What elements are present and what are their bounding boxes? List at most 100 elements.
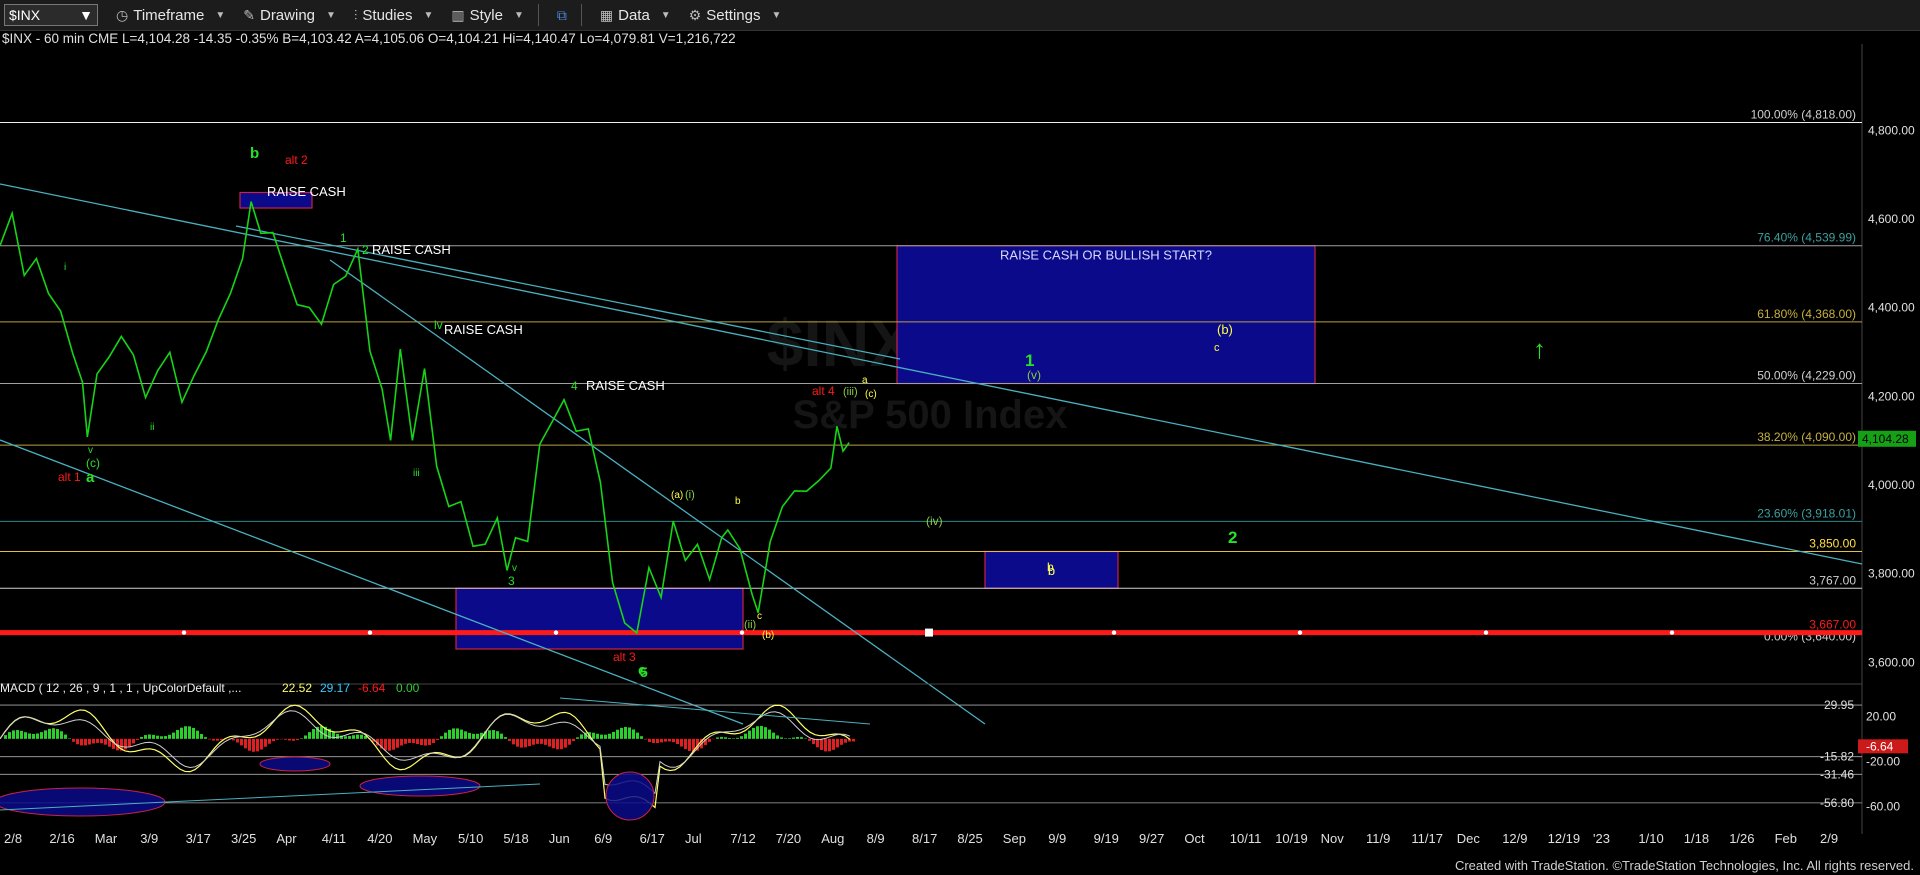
drawing-label: Drawing xyxy=(259,6,316,24)
settings-menu[interactable]: ⚙ Settings ▼ xyxy=(689,7,782,24)
wave-label: (c) xyxy=(86,456,100,470)
macd-histogram-bar xyxy=(268,738,271,744)
macd-histogram-bar xyxy=(196,730,199,739)
macd-histogram-bar xyxy=(288,738,291,741)
macd-histogram-bar xyxy=(304,735,307,739)
wave-label: v xyxy=(88,445,93,456)
x-tick-label: 1/10 xyxy=(1638,831,1663,846)
macd-histogram-bar xyxy=(164,736,167,739)
macd-histogram-bar xyxy=(336,733,339,739)
fib-label: 61.80% (4,368.00) xyxy=(1757,307,1856,321)
macd-histogram-bar xyxy=(52,728,55,739)
macd-histogram-bar xyxy=(680,738,683,747)
chevron-down-icon: ▼ xyxy=(79,7,93,23)
macd-histogram-bar xyxy=(156,735,159,739)
wave-label: alt 1 xyxy=(58,470,81,484)
x-tick-label: 7/20 xyxy=(776,831,801,846)
wave-label: 2 xyxy=(362,243,369,257)
last-price-label: 4,104.28 xyxy=(1862,432,1909,446)
symbol-selector[interactable]: $INX ▼ xyxy=(4,4,98,26)
macd-histogram-bar xyxy=(604,734,607,739)
macd-histogram-bar xyxy=(752,727,755,739)
layout-icon: ⧉ xyxy=(556,6,567,23)
macd-histogram-bar xyxy=(580,734,583,739)
macd-histogram-bar xyxy=(564,738,567,748)
macd-histogram-bar xyxy=(292,738,295,741)
macd-histogram-bar xyxy=(128,738,131,747)
wave-label-a-large: a xyxy=(86,469,95,486)
macd-histogram-bar xyxy=(504,737,507,739)
macd-value: 29.17 xyxy=(320,681,350,695)
support-marker xyxy=(553,630,559,635)
x-tick-label: 6/9 xyxy=(594,831,612,846)
layout-button[interactable]: ⧉ xyxy=(557,7,567,24)
macd-histogram-bar xyxy=(608,733,611,739)
macd-histogram-bar xyxy=(80,738,83,746)
macd-histogram-bar xyxy=(216,738,219,741)
macd-histogram-bar xyxy=(660,738,663,743)
data-menu[interactable]: ▦ Data ▼ xyxy=(600,7,671,24)
macd-histogram-bar xyxy=(596,733,599,739)
price-chart[interactable]: $INX S&P 500 Index RAISE CASH OR BULLISH S… xyxy=(0,44,1920,864)
macd-histogram-bar xyxy=(404,738,407,744)
x-tick-label: Oct xyxy=(1184,831,1205,846)
style-menu[interactable]: ▥ Style ▼ xyxy=(451,7,524,24)
wave-label-c-large: c xyxy=(638,662,646,679)
macd-histogram-bar xyxy=(44,730,47,739)
wave-label-b-large: b xyxy=(250,145,259,162)
wave-label: b xyxy=(1047,560,1054,574)
timeframe-menu[interactable]: ◷ Timeframe ▼ xyxy=(116,7,225,24)
wave-label: 1 xyxy=(340,231,347,245)
x-tick-label: 9/27 xyxy=(1139,831,1164,846)
macd-histogram-bar xyxy=(452,728,455,739)
drawing-menu[interactable]: ✎ Drawing ▼ xyxy=(243,7,336,24)
x-tick-label: 10/19 xyxy=(1275,831,1308,846)
zone-box xyxy=(896,245,1316,385)
x-tick-label: 11/9 xyxy=(1366,831,1390,846)
macd-histogram-bar xyxy=(636,732,639,739)
macd-histogram-bar xyxy=(844,738,847,743)
fib-label: 23.60% (3,918.01) xyxy=(1757,506,1856,520)
fib-label: 100.00% (4,818.00) xyxy=(1751,107,1856,121)
wave-label: (b) xyxy=(762,630,774,641)
macd-histogram-bar xyxy=(184,726,187,739)
wave-label: c xyxy=(1214,342,1220,354)
x-tick-label: 2/9 xyxy=(1820,831,1838,846)
wave-label: (v) xyxy=(1027,368,1041,382)
y-tick-label: 4,200.00 xyxy=(1868,389,1915,403)
wave-label: RAISE CASH xyxy=(586,378,665,393)
x-tick-label: 5/10 xyxy=(458,831,483,846)
studies-menu[interactable]: ⫶ Studies ▼ xyxy=(354,7,433,24)
macd-histogram-bar xyxy=(72,738,75,742)
data-icon: ▦ xyxy=(599,6,614,23)
watermark-symbol: $INX xyxy=(767,306,914,380)
x-tick-label: 2/8 xyxy=(4,831,22,846)
toolbar: $INX ▼ ◷ Timeframe ▼ ✎ Drawing ▼ ⫶ Studies ▼ ▥… xyxy=(0,0,1920,31)
macd-histogram-bar xyxy=(396,738,399,748)
x-tick-label: 9/19 xyxy=(1094,831,1119,846)
macd-histogram-bar xyxy=(48,728,51,739)
macd-histogram-bar xyxy=(852,738,855,742)
support-marker xyxy=(1111,630,1117,635)
chevron-down-icon: ▼ xyxy=(326,9,336,21)
macd-histogram-bar xyxy=(764,727,767,739)
macd-histogram-bar xyxy=(688,738,691,751)
chevron-down-icon: ▼ xyxy=(513,9,524,21)
macd-histogram-bar xyxy=(492,730,495,739)
macd-histogram-bar xyxy=(8,732,11,739)
clock-icon: ◷ xyxy=(116,6,129,23)
timeframe-label: Timeframe xyxy=(133,6,205,24)
macd-histogram-bar xyxy=(260,738,263,750)
wave-label: (iii) xyxy=(843,386,858,398)
macd-histogram-bar xyxy=(168,734,171,739)
macd-histogram-bar xyxy=(520,738,523,748)
macd-histogram-bar xyxy=(64,734,67,739)
macd-histogram-bar xyxy=(140,736,143,739)
macd-histogram-bar xyxy=(160,736,163,739)
macd-histogram-bar xyxy=(76,738,79,745)
macd-histogram-bar xyxy=(412,738,415,744)
macd-histogram-bar xyxy=(508,738,511,741)
macd-histogram-bar xyxy=(668,738,671,742)
x-tick-label: Sep xyxy=(1003,831,1026,846)
wave-label: alt 2 xyxy=(285,153,308,167)
